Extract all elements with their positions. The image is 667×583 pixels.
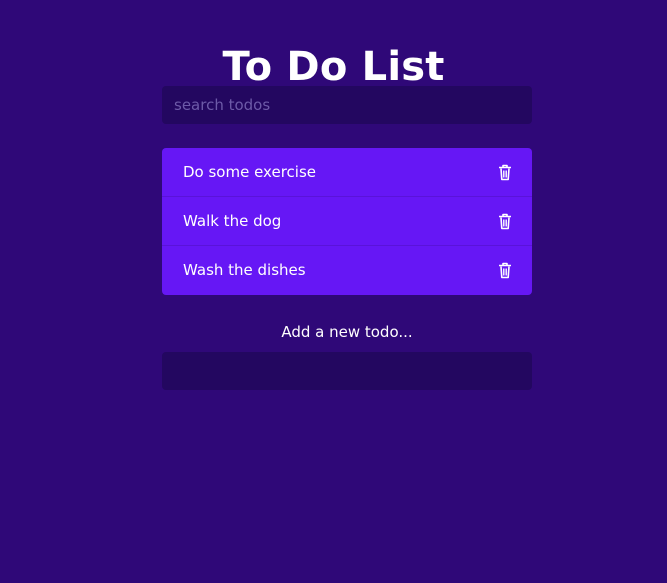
trash-icon[interactable] [498,164,512,181]
new-todo-input[interactable] [162,352,532,390]
todo-item: Wash the dishes [162,246,532,295]
todo-app: To Do List Do some exercise Walk the dog… [0,0,667,583]
add-todo-label: Add a new todo... [281,323,413,341]
todo-label: Wash the dishes [183,261,306,279]
todo-label: Walk the dog [183,212,282,230]
trash-icon[interactable] [498,262,512,279]
todo-item: Do some exercise [162,148,532,197]
todo-list: Do some exercise Walk the dog Wash the d… [162,148,532,295]
todo-item: Walk the dog [162,197,532,246]
page-title: To Do List [222,43,445,90]
trash-icon[interactable] [498,213,512,230]
todo-label: Do some exercise [183,163,317,181]
search-input[interactable] [162,86,532,124]
